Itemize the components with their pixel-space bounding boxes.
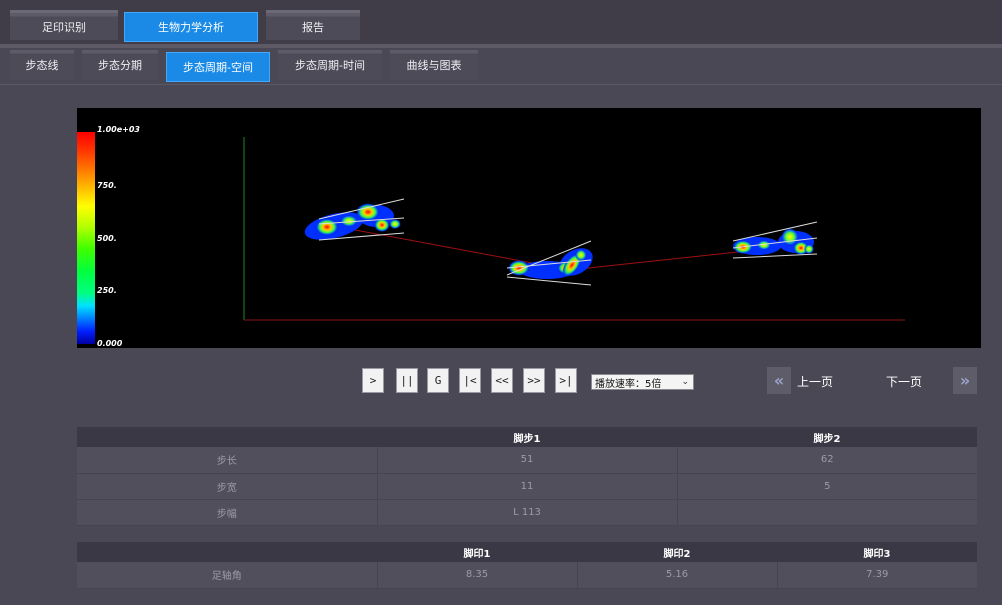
row-label: 步宽 xyxy=(77,473,378,500)
table-cell: 5 xyxy=(677,473,977,500)
table-cell: 8.35 xyxy=(377,562,578,589)
table-header-row: 脚印1 脚印2 脚印3 xyxy=(77,542,977,562)
step-back-button[interactable]: << xyxy=(491,368,513,393)
table-cell xyxy=(677,499,977,526)
prev-page-link[interactable]: 上一页 xyxy=(797,373,833,390)
playback-speed-value: 播放速率：5倍 xyxy=(595,378,662,390)
step-forward-button[interactable]: >> xyxy=(523,368,545,393)
footprint-3 xyxy=(732,221,818,259)
row-label: 足轴角 xyxy=(77,562,378,589)
tab-report[interactable]: 报告 xyxy=(266,10,360,40)
table-header-cell: 脚步2 xyxy=(677,427,977,447)
steps-table: 脚步1 脚步2 步长 51 62 步宽 11 5 步幅 L 113 xyxy=(77,427,977,526)
reset-button[interactable]: G xyxy=(427,368,449,393)
pressure-visualization: 1.00e+03 750. 500. 250. 0.000 xyxy=(77,108,981,348)
tab-footprint-recognition[interactable]: 足印识别 xyxy=(10,10,118,40)
footprint-1 xyxy=(304,198,405,241)
table-row: 足轴角 8.35 5.16 7.39 xyxy=(77,562,977,589)
footprint-2 xyxy=(506,240,593,286)
content-divider xyxy=(0,84,1002,85)
table-row: 步宽 11 5 xyxy=(77,473,977,500)
table-cell: 7.39 xyxy=(777,562,977,589)
row-label: 步幅 xyxy=(77,499,378,526)
subtab-gait-cycle-space[interactable]: 步态周期-空间 xyxy=(166,52,270,82)
subtab-gait-line[interactable]: 步态线 xyxy=(10,50,74,80)
footprint-plot xyxy=(243,137,905,321)
next-page-icon[interactable]: » xyxy=(953,367,977,394)
chevron-down-icon: ⌄ xyxy=(681,377,689,387)
table-header-row: 脚步1 脚步2 xyxy=(77,427,977,447)
table-header-cell: 脚印1 xyxy=(377,542,577,562)
table-row: 步幅 L 113 xyxy=(77,499,977,526)
row-label: 步长 xyxy=(77,447,378,474)
table-cell: 51 xyxy=(377,447,678,474)
table-cell: 5.16 xyxy=(577,562,778,589)
tab-biomechanics-analysis[interactable]: 生物力学分析 xyxy=(124,12,258,42)
table-header-cell: 脚印2 xyxy=(577,542,777,562)
subtab-gait-phases[interactable]: 步态分期 xyxy=(82,50,158,80)
last-frame-button[interactable]: >| xyxy=(555,368,577,393)
next-page-link[interactable]: 下一页 xyxy=(886,373,922,390)
pause-button[interactable]: || xyxy=(396,368,418,393)
playback-speed-select[interactable]: 播放速率：5倍 ⌄ xyxy=(591,374,694,390)
footprints-table: 脚印1 脚印2 脚印3 足轴角 8.35 5.16 7.39 xyxy=(77,542,977,589)
table-header-cell xyxy=(77,427,377,447)
table-cell: 11 xyxy=(377,473,678,500)
prev-page-icon[interactable]: « xyxy=(767,367,791,394)
table-header-cell xyxy=(77,542,377,562)
first-frame-button[interactable]: |< xyxy=(459,368,481,393)
subtab-gait-cycle-time[interactable]: 步态周期-时间 xyxy=(278,50,382,80)
table-header-cell: 脚步1 xyxy=(377,427,677,447)
table-row: 步长 51 62 xyxy=(77,447,977,474)
table-cell: 62 xyxy=(677,447,977,474)
table-header-cell: 脚印3 xyxy=(777,542,977,562)
subtab-curves-charts[interactable]: 曲线与图表 xyxy=(390,50,478,80)
play-button[interactable]: > xyxy=(362,368,384,393)
table-cell: L 113 xyxy=(377,499,678,526)
